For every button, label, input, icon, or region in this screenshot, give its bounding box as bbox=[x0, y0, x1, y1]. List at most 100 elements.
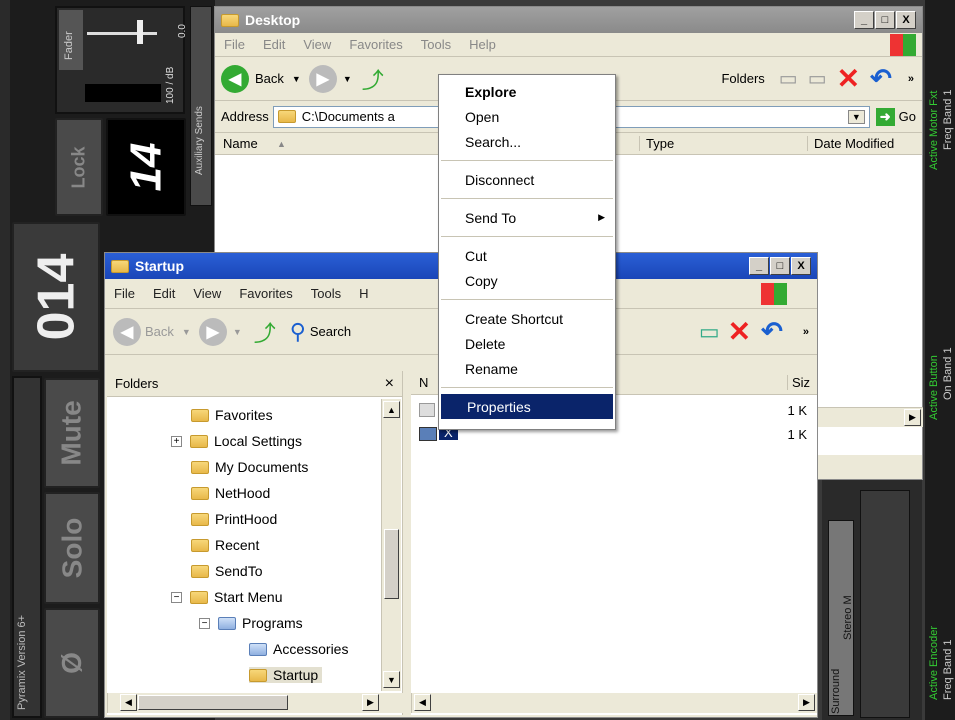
menu-explore[interactable]: Explore bbox=[439, 79, 615, 104]
tree-accessories[interactable]: Accessories bbox=[249, 641, 348, 657]
undo-icon[interactable]: ↶ bbox=[761, 316, 783, 347]
forward-arrow-icon[interactable]: ▶ bbox=[198, 317, 227, 346]
menu-rename[interactable]: Rename bbox=[439, 356, 615, 381]
encoder-label: Active Encoder bbox=[928, 626, 940, 700]
menu-disconnect[interactable]: Disconnect bbox=[439, 167, 615, 192]
minimize-button[interactable]: _ bbox=[854, 11, 874, 29]
tree-recent[interactable]: Recent bbox=[191, 537, 259, 553]
scroll-up-button[interactable]: ▲ bbox=[383, 401, 400, 418]
scroll-left-button[interactable]: ◀ bbox=[120, 694, 137, 711]
close-button[interactable]: X bbox=[896, 11, 916, 29]
menu-properties[interactable]: Properties bbox=[441, 394, 613, 419]
lock-button[interactable]: Lock bbox=[55, 118, 103, 216]
tree-sendto[interactable]: SendTo bbox=[191, 563, 262, 579]
scroll-down-button[interactable]: ▼ bbox=[383, 671, 400, 688]
tree-label: Startup bbox=[273, 667, 319, 683]
undo-icon[interactable]: ↶ bbox=[870, 63, 892, 94]
menu-tools[interactable]: Tools bbox=[412, 37, 460, 52]
up-folder-icon[interactable]: ⤴ bbox=[362, 63, 384, 95]
toolbar-overflow-icon[interactable]: » bbox=[908, 73, 914, 85]
tree-start-menu[interactable]: − Start Menu bbox=[171, 589, 282, 605]
scroll-right-button[interactable]: ▶ bbox=[362, 694, 379, 711]
phase-button[interactable]: Ø bbox=[44, 608, 100, 718]
menu-view[interactable]: View bbox=[184, 286, 230, 301]
menu-send-to-row[interactable]: Send To ▶ bbox=[439, 205, 615, 230]
collapse-icon[interactable]: − bbox=[171, 591, 182, 603]
tree-nethood[interactable]: NetHood bbox=[191, 485, 270, 501]
delete-icon[interactable]: ✕ bbox=[728, 315, 751, 348]
startup-maximize-button[interactable]: □ bbox=[770, 257, 790, 275]
hscroll-thumb[interactable] bbox=[138, 695, 288, 710]
menu-help[interactable]: H bbox=[350, 286, 377, 301]
tree-label: PrintHood bbox=[215, 511, 278, 527]
menu-edit[interactable]: Edit bbox=[144, 286, 184, 301]
file-hscrollbar[interactable]: ◀ ▶ bbox=[411, 693, 817, 713]
menu-help[interactable]: Help bbox=[460, 37, 505, 52]
go-label[interactable]: Go bbox=[899, 109, 916, 124]
col-name[interactable]: Name bbox=[223, 136, 258, 151]
tree-programs[interactable]: − Programs bbox=[199, 615, 303, 631]
copy-to-icon[interactable]: ▭ bbox=[808, 66, 827, 91]
startup-minimize-button[interactable]: _ bbox=[749, 257, 769, 275]
col-type[interactable]: Type bbox=[639, 136, 674, 151]
fader-knob[interactable] bbox=[137, 20, 143, 44]
col-name[interactable]: N bbox=[419, 375, 428, 390]
back-dropdown-icon[interactable]: ▼ bbox=[292, 74, 301, 84]
menu-copy[interactable]: Copy bbox=[439, 268, 615, 293]
col-date[interactable]: Date Modified bbox=[807, 136, 894, 151]
forward-dropdown-icon[interactable]: ▼ bbox=[233, 327, 242, 337]
desktop-titlebar[interactable]: Desktop _ □ X bbox=[215, 7, 922, 33]
scroll-thumb[interactable] bbox=[384, 529, 399, 599]
back-dropdown-icon[interactable]: ▼ bbox=[182, 327, 191, 337]
menu-create-shortcut[interactable]: Create Shortcut bbox=[439, 306, 615, 331]
back-label[interactable]: Back bbox=[145, 324, 174, 339]
tree-startup[interactable]: Startup bbox=[249, 667, 323, 683]
desktop-hscrollbar[interactable]: ▶ bbox=[815, 407, 923, 427]
folders-vscrollbar[interactable]: ▲ ▼ bbox=[381, 399, 401, 691]
forward-dropdown-icon[interactable]: ▼ bbox=[343, 74, 352, 84]
folders-label[interactable]: Folders bbox=[721, 71, 764, 86]
menu-file[interactable]: File bbox=[105, 286, 144, 301]
fader-track[interactable] bbox=[87, 32, 157, 35]
tree-my-documents[interactable]: My Documents bbox=[191, 459, 308, 475]
menu-cut[interactable]: Cut bbox=[439, 243, 615, 268]
search-label[interactable]: Search bbox=[310, 324, 351, 339]
delete-icon[interactable]: ✕ bbox=[837, 62, 860, 95]
menu-favorites[interactable]: Favorites bbox=[340, 37, 411, 52]
menu-open[interactable]: Open bbox=[439, 104, 615, 129]
mute-button[interactable]: Mute bbox=[44, 378, 100, 488]
tree-favorites[interactable]: Favorites bbox=[191, 407, 273, 423]
folders-close-icon[interactable]: × bbox=[385, 375, 394, 393]
toolbar-overflow-icon[interactable]: » bbox=[803, 326, 809, 338]
folder-icon bbox=[191, 538, 209, 552]
menu-tools[interactable]: Tools bbox=[302, 286, 350, 301]
scroll-left-button[interactable]: ◀ bbox=[414, 694, 431, 711]
back-arrow-icon[interactable]: ◀ bbox=[221, 64, 249, 93]
menu-delete[interactable]: Delete bbox=[439, 331, 615, 356]
up-folder-icon[interactable]: ⤴ bbox=[254, 316, 276, 348]
menu-file[interactable]: File bbox=[215, 37, 254, 52]
back-arrow-icon[interactable]: ◀ bbox=[113, 317, 141, 346]
back-label[interactable]: Back bbox=[255, 71, 284, 86]
startup-close-button[interactable]: X bbox=[791, 257, 811, 275]
menu-search[interactable]: Search... bbox=[439, 129, 615, 154]
scroll-right-button[interactable]: ▶ bbox=[904, 409, 921, 426]
search-icon[interactable]: ⚲ bbox=[290, 319, 306, 345]
folders-hscrollbar[interactable]: ◀ ▶ bbox=[107, 693, 403, 713]
menu-favorites[interactable]: Favorites bbox=[230, 286, 301, 301]
tree-printhood[interactable]: PrintHood bbox=[191, 511, 277, 527]
expand-icon[interactable]: + bbox=[171, 435, 182, 447]
go-arrow-icon[interactable]: ➜ bbox=[875, 107, 895, 126]
address-dropdown-icon[interactable]: ▼ bbox=[847, 109, 865, 124]
move-to-icon[interactable]: ▭ bbox=[779, 66, 798, 91]
menu-view[interactable]: View bbox=[294, 37, 340, 52]
col-size[interactable]: Siz bbox=[787, 375, 810, 390]
tree-local-settings[interactable]: + Local Settings bbox=[171, 433, 302, 449]
menu-edit[interactable]: Edit bbox=[254, 37, 294, 52]
collapse-icon[interactable]: − bbox=[199, 617, 210, 629]
forward-arrow-icon[interactable]: ▶ bbox=[308, 64, 337, 93]
scroll-right-button[interactable]: ▶ bbox=[798, 694, 815, 711]
maximize-button[interactable]: □ bbox=[875, 11, 895, 29]
solo-button[interactable]: Solo bbox=[44, 492, 100, 604]
copy-to-icon[interactable]: ▭ bbox=[699, 319, 720, 345]
